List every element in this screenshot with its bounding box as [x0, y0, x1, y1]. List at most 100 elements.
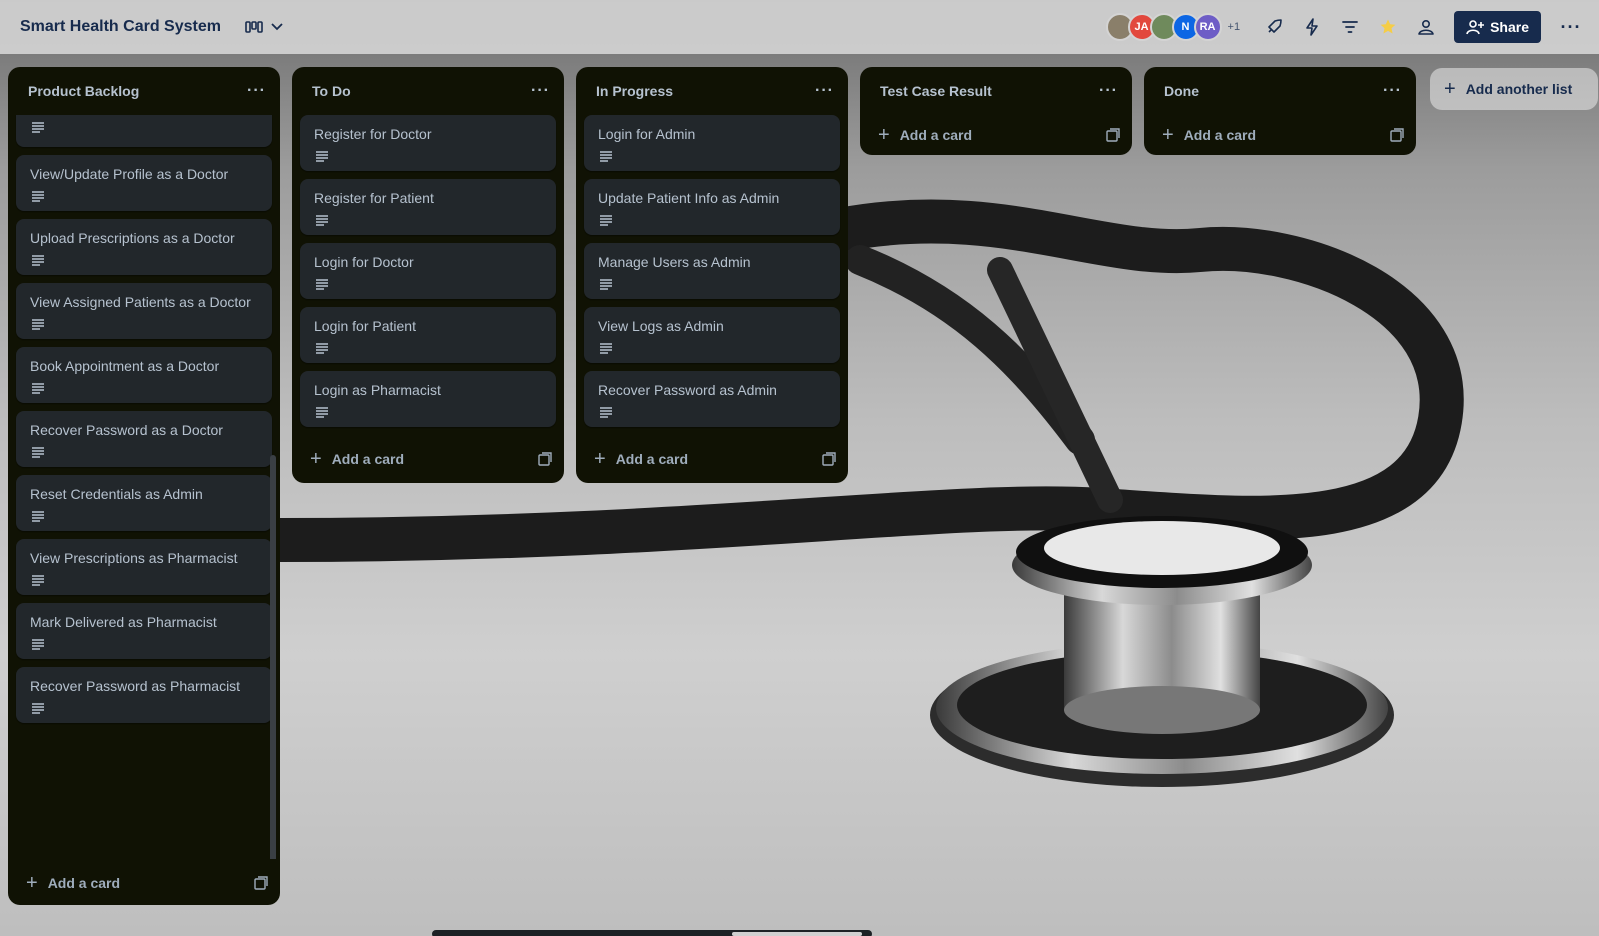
card-title: Login for Doctor — [314, 254, 414, 270]
description-icon — [316, 343, 328, 354]
description-icon — [600, 343, 612, 354]
list-menu-icon[interactable]: ··· — [815, 82, 834, 100]
plus-icon: + — [26, 872, 38, 894]
filter-button[interactable] — [1334, 11, 1366, 43]
list-card[interactable]: Reset Credentials as Admin — [16, 475, 272, 531]
automation-button[interactable] — [1296, 11, 1328, 43]
list-title[interactable]: Test Case Result — [880, 83, 992, 99]
list-card[interactable]: View Assigned Patients as a Doctor — [16, 283, 272, 339]
description-icon — [32, 122, 44, 133]
card-title: View Assigned Patients as a Doctor — [30, 294, 251, 310]
add-card-button[interactable]: + Add a card — [594, 449, 688, 469]
card-title: Reset Credentials as Admin — [30, 486, 203, 502]
board-menu-button[interactable]: ··· — [1555, 11, 1587, 43]
list-card[interactable]: Recover Password as a Doctor — [16, 411, 272, 467]
description-icon — [32, 703, 44, 714]
list-card[interactable]: View/Update Profile as a Doctor — [16, 155, 272, 211]
card-title: View Prescriptions as Pharmacist — [30, 550, 238, 566]
list-card[interactable]: Register for Doctor — [300, 115, 556, 171]
member-avatars[interactable]: JA N RA +1 — [1105, 13, 1247, 41]
share-button[interactable]: Share — [1454, 11, 1541, 43]
card-title: Mark Delivered as Pharmacist — [30, 614, 217, 630]
list-menu-icon[interactable]: ··· — [247, 82, 266, 100]
board-view-switcher[interactable] — [239, 11, 289, 43]
list-card[interactable]: View Prescriptions as Pharmacist — [16, 539, 272, 595]
filter-icon — [1342, 21, 1358, 33]
chevron-down-icon — [271, 23, 283, 31]
template-icon[interactable] — [1390, 128, 1404, 142]
add-card-button[interactable]: + Add a card — [878, 125, 972, 145]
add-card-label: Add a card — [1183, 127, 1257, 143]
description-icon — [32, 639, 44, 650]
list-card[interactable]: Login for Admin — [584, 115, 840, 171]
list-card[interactable]: Login as Pharmacist — [300, 371, 556, 427]
template-icon[interactable] — [1106, 128, 1120, 142]
list-done: Done ··· + Add a card — [1144, 67, 1416, 155]
card-title: Register for Patient — [314, 190, 434, 206]
description-icon — [600, 215, 612, 226]
list-cards: Register for Doctor Register for Patient… — [292, 115, 564, 427]
description-icon — [316, 279, 328, 290]
list-card[interactable]: Mark Delivered as Pharmacist — [16, 603, 272, 659]
list-menu-icon[interactable]: ··· — [1099, 82, 1118, 100]
add-card-label: Add a card — [331, 451, 405, 467]
add-list-label: Add another list — [1465, 81, 1573, 97]
plus-icon: + — [1162, 124, 1174, 146]
plus-icon: + — [878, 124, 890, 146]
power-ups-button[interactable] — [1258, 11, 1290, 43]
list-title[interactable]: In Progress — [596, 83, 673, 99]
avatar[interactable]: RA — [1193, 13, 1222, 41]
add-card-button[interactable]: + Add a card — [1162, 125, 1256, 145]
list-header[interactable]: To Do ··· — [292, 67, 564, 115]
star-button[interactable] — [1372, 11, 1404, 43]
board-horizontal-scrollbar[interactable] — [432, 930, 872, 936]
list-header[interactable]: In Progress ··· — [576, 67, 848, 115]
add-card-row: + Add a card — [860, 115, 1132, 155]
template-icon[interactable] — [254, 876, 268, 890]
add-card-button[interactable]: + Add a card — [310, 449, 404, 469]
scrollbar-thumb[interactable] — [732, 932, 862, 936]
add-card-row: + Add a card — [8, 859, 280, 907]
list-card-partial[interactable] — [16, 115, 272, 147]
list-card[interactable]: Update Patient Info as Admin — [584, 179, 840, 235]
share-label: Share — [1490, 19, 1529, 35]
card-title: Book Appointment as a Doctor — [30, 358, 220, 374]
card-title: Login for Patient — [314, 318, 416, 334]
lightning-icon — [1306, 18, 1318, 36]
description-icon — [32, 511, 44, 522]
description-icon — [600, 407, 612, 418]
card-title: Update Patient Info as Admin — [598, 190, 780, 206]
card-title: Register for Doctor — [314, 126, 432, 142]
list-menu-icon[interactable]: ··· — [1383, 82, 1402, 100]
list-card[interactable]: Login for Doctor — [300, 243, 556, 299]
list-scrollbar[interactable] — [270, 455, 276, 859]
add-list-button[interactable]: + Add another list — [1430, 68, 1598, 110]
avatar-initials: JA — [1134, 21, 1149, 33]
list-header[interactable]: Done ··· — [1144, 67, 1416, 115]
list-card[interactable]: View Logs as Admin — [584, 307, 840, 363]
description-icon — [32, 255, 44, 266]
list-card[interactable]: Book Appointment as a Doctor — [16, 347, 272, 403]
avatar-more-count[interactable]: +1 — [1228, 21, 1241, 33]
add-card-button[interactable]: + Add a card — [26, 873, 120, 893]
list-header[interactable]: Product Backlog ··· — [8, 67, 280, 115]
list-card[interactable]: Upload Prescriptions as a Doctor — [16, 219, 272, 275]
board-title[interactable]: Smart Health Card System — [20, 18, 221, 36]
template-icon[interactable] — [538, 452, 552, 466]
list-title[interactable]: To Do — [312, 83, 351, 99]
list-header[interactable]: Test Case Result ··· — [860, 67, 1132, 115]
list-card[interactable]: Recover Password as Admin — [584, 371, 840, 427]
list-card[interactable]: Manage Users as Admin — [584, 243, 840, 299]
template-icon[interactable] — [822, 452, 836, 466]
board-view-icon — [245, 21, 263, 33]
list-card[interactable]: Recover Password as Pharmacist — [16, 667, 272, 723]
visibility-button[interactable] — [1410, 11, 1442, 43]
plus-icon: + — [310, 448, 322, 470]
list-menu-icon[interactable]: ··· — [531, 82, 550, 100]
card-title: Recover Password as a Doctor — [30, 422, 223, 438]
list-card[interactable]: Login for Patient — [300, 307, 556, 363]
list-card[interactable]: Register for Patient — [300, 179, 556, 235]
list-title[interactable]: Product Backlog — [28, 83, 139, 99]
card-title: Recover Password as Pharmacist — [30, 678, 241, 694]
list-title[interactable]: Done — [1164, 83, 1199, 99]
